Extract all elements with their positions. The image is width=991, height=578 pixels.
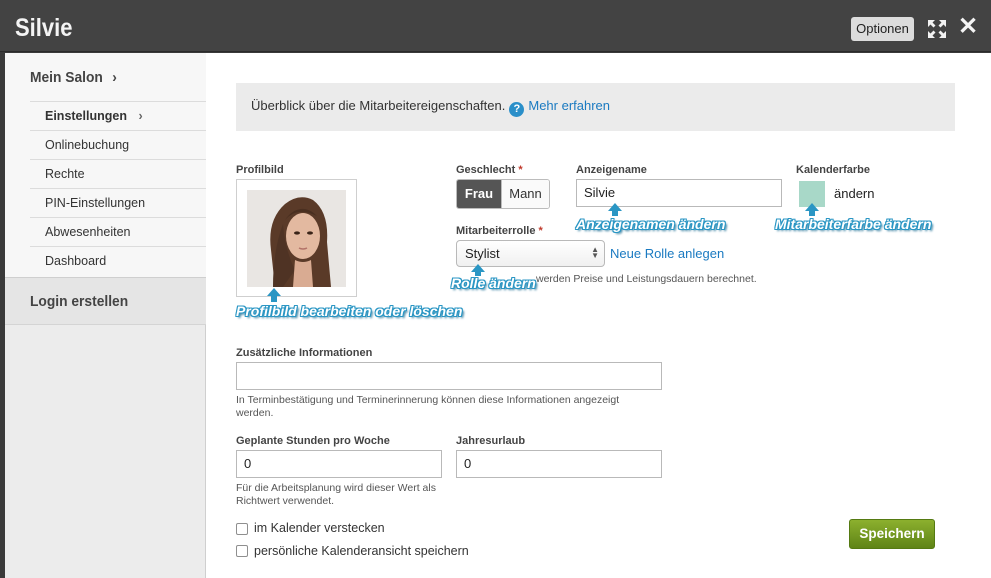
gender-toggle[interactable]: Frau Mann: [456, 179, 550, 209]
kalenderfarbe-label: Kalenderfarbe: [796, 164, 870, 176]
mitarbeiterrolle-label: Mitarbeiterrolle *: [456, 225, 543, 237]
required-asterisk: *: [538, 225, 543, 237]
callout-rolle: Rolle ändern: [451, 275, 536, 291]
sidebar-section-mein-salon[interactable]: Mein Salon ›: [30, 69, 117, 86]
select-arrows-icon: ▲ ▼: [591, 245, 599, 260]
expand-icon[interactable]: [927, 19, 947, 39]
callout-anzeigename: Anzeigenamen ändern: [576, 216, 726, 232]
window-title: Silvie: [15, 14, 73, 42]
hide-in-calendar-label[interactable]: im Kalender verstecken: [254, 521, 385, 535]
anzeigename-input[interactable]: Silvie: [576, 179, 782, 207]
anzeigename-label: Anzeigename: [576, 164, 647, 176]
profile-photo[interactable]: [247, 190, 346, 287]
info-text: Überblick über die Mitarbeitereigenschaf…: [251, 98, 506, 113]
sidebar-section-login[interactable]: Login erstellen: [5, 277, 206, 325]
sidebar-item-onlinebuchung[interactable]: Onlinebuchung: [30, 130, 206, 159]
profile-photo-frame[interactable]: [236, 179, 357, 297]
geschlecht-label: Geschlecht *: [456, 164, 523, 176]
chevron-right-icon: ›: [112, 69, 117, 86]
sidebar-item-abwesenheiten[interactable]: Abwesenheiten: [30, 217, 206, 246]
sidebar-item-pin-einstellungen[interactable]: PIN-Einstellungen: [30, 188, 206, 217]
chevron-right-icon: ›: [138, 109, 143, 123]
role-select-value: Stylist: [465, 246, 500, 261]
save-calendar-view-checkbox[interactable]: [236, 545, 248, 557]
arrow-up-icon: [267, 288, 281, 296]
profilbild-label: Profilbild: [236, 164, 284, 176]
options-button[interactable]: Optionen: [851, 17, 914, 41]
zusatz-label: Zusätzliche Informationen: [236, 347, 373, 359]
zusatz-input[interactable]: [236, 362, 662, 390]
new-role-link[interactable]: Neue Rolle anlegen: [610, 246, 724, 261]
role-select[interactable]: Stylist ▲ ▼: [456, 240, 605, 267]
title-bar: Silvie Optionen ✕: [0, 0, 991, 52]
info-box: Überblick über die Mitarbeitereigenschaf…: [236, 83, 955, 131]
sidebar-item-dashboard[interactable]: Dashboard: [30, 246, 206, 275]
stunden-label: Geplante Stunden pro Woche: [236, 435, 390, 447]
callout-profilbild: Profilbild bearbeiten oder löschen: [236, 303, 463, 319]
sidebar-item-rechte[interactable]: Rechte: [30, 159, 206, 188]
more-info-link[interactable]: Mehr erfahren: [528, 98, 610, 113]
arrow-up-icon: [608, 203, 622, 211]
save-calendar-view-label[interactable]: persönliche Kalenderansicht speichern: [254, 544, 469, 558]
callout-farbe: Mitarbeiterfarbe ändern: [775, 216, 932, 232]
role-hint: werden Preise und Leistungsdauern berech…: [536, 273, 757, 285]
zusatz-hint: In Terminbestätigung und Terminerinnerun…: [236, 394, 620, 419]
close-icon[interactable]: ✕: [957, 15, 979, 39]
stunden-hint: Für die Arbeitsplanung wird dieser Wert …: [236, 482, 436, 507]
change-color-link[interactable]: ändern: [834, 186, 874, 201]
sidebar: Mein Salon › Einstellungen › Onlinebuchu…: [5, 53, 206, 578]
hide-in-calendar-checkbox[interactable]: [236, 523, 248, 535]
required-asterisk: *: [518, 164, 523, 176]
sidebar-salon-section: Mein Salon › Einstellungen › Onlinebuchu…: [5, 53, 206, 277]
sidebar-item-einstellungen[interactable]: Einstellungen ›: [30, 101, 206, 130]
gender-option-frau[interactable]: Frau: [457, 180, 501, 208]
arrow-up-icon: [471, 264, 485, 272]
sidebar-login-label: Login erstellen: [30, 293, 129, 310]
main-panel: Überblick über die Mitarbeitereigenschaf…: [206, 53, 991, 578]
help-icon[interactable]: ?: [509, 102, 525, 117]
save-button[interactable]: Speichern: [849, 519, 935, 549]
urlaub-label: Jahresurlaub: [456, 435, 526, 447]
arrow-up-icon: [805, 203, 819, 211]
gender-option-mann[interactable]: Mann: [501, 180, 549, 208]
arrow-stem: [271, 296, 277, 302]
stunden-input[interactable]: 0: [236, 450, 442, 478]
urlaub-input[interactable]: 0: [456, 450, 662, 478]
